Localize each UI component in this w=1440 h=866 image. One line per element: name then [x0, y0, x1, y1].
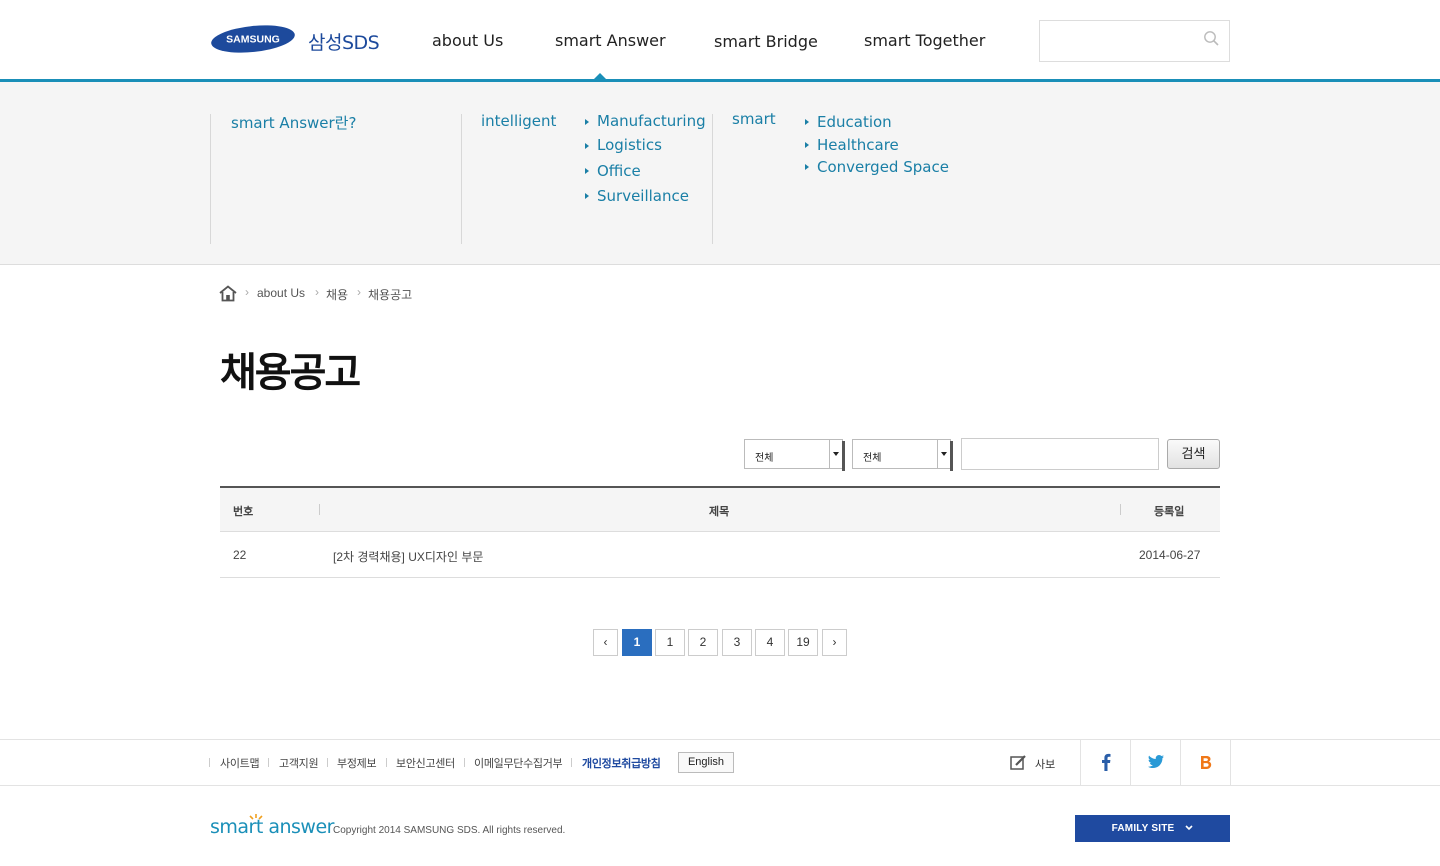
bullet-icon: [805, 142, 809, 148]
menu-divider: [712, 114, 713, 244]
bullet-icon: [805, 119, 809, 125]
breadcrumb-about-us[interactable]: about Us: [257, 286, 305, 300]
facebook-icon: [1102, 753, 1111, 771]
footer-link-email-refusal[interactable]: 이메일무단수집거부: [474, 755, 563, 771]
active-menu-indicator: [594, 73, 606, 79]
family-site-button[interactable]: FAMILY SITE: [1075, 815, 1230, 842]
menu-manufacturing[interactable]: Manufacturing: [597, 112, 706, 130]
footer-link-security-center[interactable]: 보안신고센터: [396, 755, 455, 771]
gnb-about-us[interactable]: about Us: [432, 31, 503, 50]
page-button[interactable]: 4: [755, 629, 785, 656]
smart-answer-logo-text: smart answer: [210, 816, 334, 838]
menu-smart-heading[interactable]: smart: [732, 110, 776, 128]
menu-divider: [461, 114, 462, 244]
menu-healthcare[interactable]: Healthcare: [817, 136, 899, 154]
field-select[interactable]: 전체: [852, 439, 953, 471]
row-date: 2014-06-27: [1139, 548, 1201, 562]
row-divider: [220, 577, 1220, 578]
samsung-logo[interactable]: SAMSUNG: [210, 24, 296, 54]
column-header-number: 번호: [233, 506, 254, 518]
keyword-search-input[interactable]: [961, 438, 1159, 470]
breadcrumb-separator-icon: ›: [315, 285, 319, 299]
bullet-icon: [585, 119, 589, 125]
blog-button[interactable]: [1180, 740, 1230, 785]
menu-office[interactable]: Office: [597, 162, 641, 180]
column-divider: [1120, 504, 1121, 515]
footer-link-support[interactable]: 고객지원: [279, 755, 319, 771]
chevron-down-icon: [937, 440, 950, 468]
category-select[interactable]: 전체: [744, 439, 845, 471]
next-page-button[interactable]: ›: [822, 629, 847, 656]
samsung-sds-logo-text[interactable]: 삼성SDS: [308, 28, 380, 55]
field-select-value: 전체: [863, 453, 882, 464]
blog-icon: [1201, 756, 1212, 769]
newsletter-link[interactable]: 사보: [1035, 756, 1055, 772]
smart-answer-logo[interactable]: smart answer: [210, 814, 334, 838]
chevron-down-icon: [1185, 825, 1193, 831]
page-button[interactable]: 2: [688, 629, 718, 656]
search-button[interactable]: 검색: [1167, 439, 1220, 469]
menu-smart-answer-intro[interactable]: smart Answer란?: [231, 112, 356, 133]
footer-link-divider: [268, 758, 269, 767]
bullet-icon: [585, 193, 589, 199]
page-title: 채용공고: [220, 350, 361, 396]
menu-converged-space[interactable]: Converged Space: [817, 158, 949, 176]
category-select-value: 전체: [755, 453, 774, 464]
row-number: 22: [233, 548, 247, 562]
twitter-button[interactable]: [1130, 740, 1180, 785]
logo-spark-icon: [249, 814, 263, 820]
footer-link-sitemap[interactable]: 사이트맵: [220, 755, 260, 771]
home-icon[interactable]: [219, 285, 237, 302]
bullet-icon: [585, 168, 589, 174]
twitter-icon: [1148, 755, 1164, 768]
footer-link-divider: [571, 758, 572, 767]
global-header: SAMSUNG 삼성SDS about Us smart Answer smar…: [0, 0, 1440, 82]
bullet-icon: [585, 143, 589, 149]
column-header-title: 제목: [709, 506, 730, 518]
footer-link-divider: [209, 758, 210, 767]
footer-link-divider: [464, 758, 465, 767]
facebook-button[interactable]: [1080, 740, 1130, 785]
menu-surveillance[interactable]: Surveillance: [597, 187, 689, 205]
chevron-down-icon: [829, 440, 842, 468]
bullet-icon: [805, 164, 809, 170]
gnb-smart-bridge[interactable]: smart Bridge: [714, 32, 818, 51]
footer-divider: [0, 785, 1440, 786]
prev-page-button[interactable]: ‹: [593, 629, 618, 656]
sns-divider: [1230, 740, 1231, 785]
row-title-link[interactable]: [2차 경력채용] UX디자인 부문: [333, 548, 483, 565]
menu-education[interactable]: Education: [817, 113, 892, 131]
copyright-text: Copyright 2014 SAMSUNG SDS. All rights r…: [333, 825, 566, 836]
mega-menu: smart Answer란? intelligent Manufacturing…: [0, 82, 1440, 265]
footer-link-report[interactable]: 부정제보: [337, 755, 377, 771]
page-button-active[interactable]: 1: [622, 629, 652, 656]
family-site-label: FAMILY SITE: [1111, 823, 1175, 834]
search-icon[interactable]: [1203, 30, 1219, 46]
page-button[interactable]: 3: [722, 629, 752, 656]
menu-divider: [210, 114, 211, 244]
breadcrumb-current: 채용공고: [368, 288, 413, 302]
page-button[interactable]: 1: [655, 629, 685, 656]
menu-logistics[interactable]: Logistics: [597, 136, 662, 154]
breadcrumb-separator-icon: ›: [357, 285, 361, 299]
breadcrumb-recruit[interactable]: 채용: [326, 286, 348, 303]
gnb-smart-together[interactable]: smart Together: [864, 31, 985, 50]
footer-link-privacy[interactable]: 개인정보취급방침: [582, 755, 661, 771]
column-divider: [319, 504, 320, 515]
english-button[interactable]: English: [678, 752, 734, 773]
page-button[interactable]: 19: [788, 629, 818, 656]
column-header-date: 등록일: [1154, 506, 1185, 518]
menu-intelligent-heading[interactable]: intelligent: [481, 112, 556, 130]
breadcrumb-separator-icon: ›: [245, 285, 249, 299]
footer-link-divider: [327, 758, 328, 767]
gnb-smart-answer[interactable]: smart Answer: [555, 31, 666, 50]
footer-link-divider: [386, 758, 387, 767]
edit-icon[interactable]: [1010, 754, 1027, 771]
global-search-input[interactable]: [1039, 20, 1230, 62]
samsung-logo-text: SAMSUNG: [226, 34, 280, 46]
